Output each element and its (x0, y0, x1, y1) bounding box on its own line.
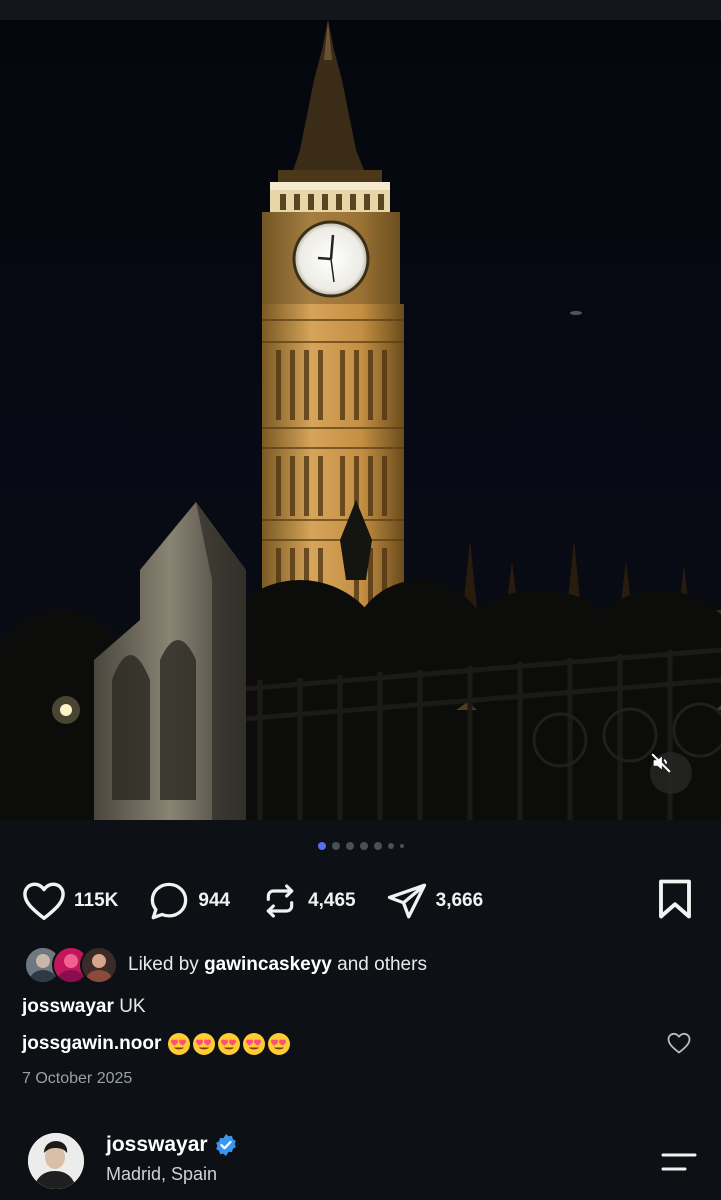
carousel-dot[interactable] (331, 842, 340, 850)
author-location[interactable]: Madrid, Spain (106, 1164, 238, 1185)
like-count[interactable]: 115K (74, 890, 118, 912)
save-button[interactable] (657, 878, 693, 925)
author-username[interactable]: josswayar (106, 1133, 208, 1157)
liked-by-suffix[interactable]: and others (337, 954, 427, 975)
status-strip (0, 0, 721, 20)
like-button[interactable]: 115K (22, 881, 118, 921)
heart-icon (23, 882, 65, 920)
liked-by-user-link[interactable]: gawincaskeyy (204, 954, 332, 975)
liked-by-prefix: Liked by (128, 954, 199, 975)
caption-username[interactable]: josswayar (22, 996, 114, 1017)
liker-avatars (24, 946, 118, 984)
author-avatar-image (28, 1133, 84, 1189)
comment-like-button[interactable] (667, 1032, 691, 1059)
heart-eyes-emoji-icon (268, 1033, 291, 1055)
author-row[interactable]: josswayar Madrid, Spain (28, 1133, 238, 1189)
liked-by-row[interactable]: Liked by gawincaskeyy and others (24, 946, 427, 984)
heart-eyes-emoji-icon (218, 1033, 241, 1055)
post-caption: josswayar UK (22, 996, 146, 1018)
carousel-indicator (0, 842, 721, 850)
comment-emojis (167, 1032, 291, 1056)
heart-eyes-emoji-icon (193, 1033, 216, 1055)
avatar[interactable] (28, 1133, 84, 1189)
comment-username[interactable]: jossgawin.noor (22, 1033, 161, 1055)
verified-badge-icon (215, 1134, 236, 1156)
send-icon (387, 883, 426, 919)
comment-button[interactable]: 944 (148, 880, 230, 922)
share-button[interactable]: 3,666 (386, 880, 484, 922)
share-count[interactable]: 3,666 (436, 890, 484, 912)
action-bar: 115K 944 4,465 3,666 (22, 878, 699, 924)
mute-button[interactable] (650, 752, 692, 794)
carousel-dot[interactable] (399, 844, 404, 848)
menu-icon (661, 1153, 697, 1171)
comment-preview[interactable]: jossgawin.noor (22, 1032, 291, 1056)
caption-text: UK (119, 996, 146, 1017)
carousel-dot-active[interactable] (317, 842, 326, 850)
carousel-dot[interactable] (345, 842, 354, 850)
carousel-dot[interactable] (387, 843, 394, 849)
options-menu-button[interactable] (659, 1150, 699, 1181)
carousel-dot[interactable] (359, 842, 368, 850)
repost-button[interactable]: 4,465 (260, 881, 356, 921)
heart-icon (667, 1032, 691, 1054)
repost-icon (266, 884, 294, 918)
comment-count[interactable]: 944 (198, 890, 230, 912)
liked-by-text: Liked by gawincaskeyy and others (128, 954, 427, 976)
repost-count[interactable]: 4,465 (308, 890, 356, 912)
speaker-muted-icon (651, 753, 671, 773)
post-photo[interactable] (0, 20, 721, 820)
comment-bubble-icon (151, 882, 188, 920)
carousel-dot[interactable] (373, 842, 382, 850)
bookmark-icon (659, 879, 691, 919)
post-date: 7 October 2025 (22, 1070, 133, 1087)
heart-eyes-emoji-icon (243, 1033, 266, 1055)
heart-eyes-emoji-icon (168, 1033, 191, 1055)
avatar (80, 946, 118, 984)
big-ben-night-photo (0, 20, 721, 820)
